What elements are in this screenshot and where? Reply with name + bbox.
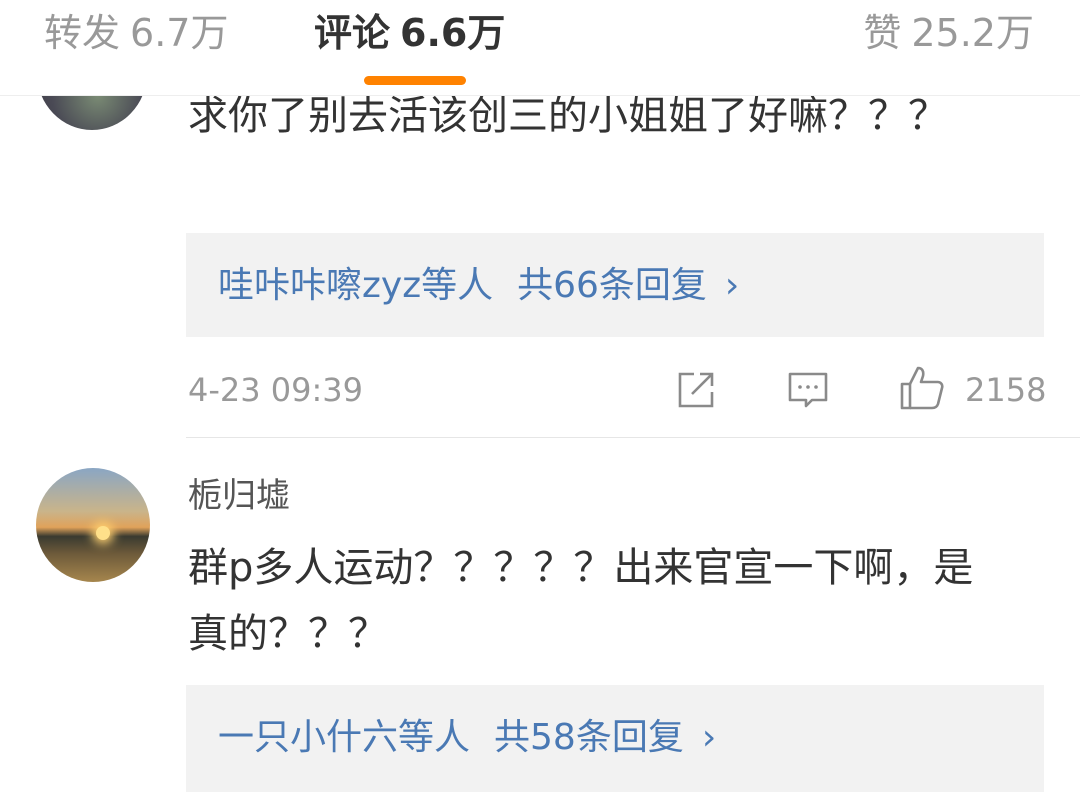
tab-comments-label: 评论 (314, 11, 391, 55)
thumbs-up-icon[interactable] (898, 364, 946, 412)
comment-username[interactable]: 栀归墟 (188, 474, 290, 518)
comment-timestamp: 4-23 09:39 (188, 371, 364, 409)
tab-reposts[interactable]: 转发 6.7万 (44, 8, 228, 58)
reply-summary-link[interactable]: 一只小什六等人 共58条回复 › (186, 685, 1044, 792)
commenter-avatar[interactable] (36, 468, 150, 582)
tab-comments[interactable]: 评论 6.6万 (314, 8, 505, 58)
tab-likes[interactable]: 赞 25.2万 (863, 8, 1034, 58)
tab-reposts-label: 转发 (44, 11, 121, 55)
tab-bar: 转发 6.7万 评论 6.6万 赞 25.2万 (0, 0, 1080, 96)
comment-icon[interactable] (786, 368, 830, 412)
reply-count: 共66条回复 (517, 265, 707, 306)
tab-likes-label: 赞 (863, 11, 902, 55)
active-tab-indicator (364, 76, 466, 85)
tab-reposts-count: 6.7万 (130, 11, 229, 55)
reply-names: 哇咔咔嚓zyz等人 (218, 265, 494, 306)
like-count: 2158 (965, 371, 1047, 409)
chevron-right-icon: › (724, 265, 740, 306)
share-icon[interactable] (674, 368, 718, 412)
chevron-right-icon: › (701, 717, 717, 758)
comment-page: 求你了别去活该创三的小姐姐了好嘛？？？ 哇咔咔嚓zyz等人 共66条回复 › 4-2… (0, 0, 1080, 792)
reply-names: 一只小什六等人 (218, 717, 471, 758)
tab-comments-count: 6.6万 (400, 11, 506, 55)
comment-text: 群p多人运动？？？？？出来官宣一下啊，是真的？？？ (188, 545, 974, 657)
reply-count: 共58条回复 (494, 717, 684, 758)
tab-likes-count: 25.2万 (911, 11, 1034, 55)
comment-divider (186, 437, 1080, 438)
reply-summary-link[interactable]: 哇咔咔嚓zyz等人 共66条回复 › (186, 233, 1044, 337)
